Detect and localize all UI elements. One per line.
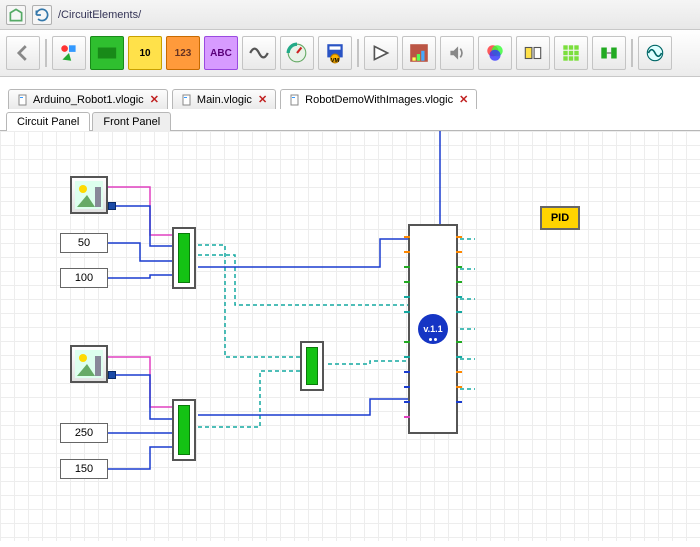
const-100[interactable]: 100 — [60, 268, 108, 288]
svg-text:VM: VM — [331, 58, 340, 64]
chart-block-icon[interactable] — [402, 36, 436, 70]
breadcrumb-bar: /CircuitElements/ — [0, 0, 700, 30]
const-value: 150 — [75, 463, 93, 475]
document-icon — [289, 94, 301, 106]
chip-badge: v.1.1 — [418, 314, 448, 344]
file-tab-main[interactable]: Main.vlogic ✕ — [172, 89, 276, 109]
const-value: 50 — [78, 237, 90, 249]
tab-front-panel[interactable]: Front Panel — [92, 112, 171, 131]
file-tab-label: Arduino_Robot1.vlogic — [33, 94, 144, 106]
const-value: 100 — [75, 272, 93, 284]
file-tab-robotdemo[interactable]: RobotDemoWithImages.vlogic ✕ — [280, 89, 477, 109]
const-value: 250 — [75, 427, 93, 439]
speaker-icon[interactable] — [440, 36, 474, 70]
amplifier-icon[interactable] — [364, 36, 398, 70]
scope-icon[interactable] — [638, 36, 672, 70]
back-button[interactable] — [6, 36, 40, 70]
toolbar-separator — [357, 39, 359, 67]
file-tab-label: Main.vlogic — [197, 94, 252, 106]
shape-group-icon[interactable] — [52, 36, 86, 70]
const-150[interactable]: 150 — [60, 459, 108, 479]
connector-icon[interactable] — [592, 36, 626, 70]
close-icon[interactable]: ✕ — [459, 93, 468, 106]
int-constant-icon[interactable]: 10 — [128, 36, 162, 70]
refresh-icon[interactable] — [32, 5, 52, 25]
home-icon[interactable] — [6, 5, 26, 25]
image-block-1[interactable] — [70, 176, 108, 214]
string-constant-icon[interactable]: ABC — [204, 36, 238, 70]
gauge-icon[interactable] — [280, 36, 314, 70]
file-tab-bar: Arduino_Robot1.vlogic ✕ Main.vlogic ✕ Ro… — [0, 77, 700, 109]
close-icon[interactable]: ✕ — [150, 93, 159, 106]
tab-circuit-panel[interactable]: Circuit Panel — [6, 112, 90, 131]
close-icon[interactable]: ✕ — [258, 93, 267, 106]
port-square[interactable] — [108, 371, 116, 379]
panel-tab-bar: Circuit Panel Front Panel — [0, 111, 700, 131]
const-250[interactable]: 250 — [60, 423, 108, 443]
const-50[interactable]: 50 — [60, 233, 108, 253]
breadcrumb-path: /CircuitElements/ — [58, 9, 141, 21]
matrix-icon[interactable] — [554, 36, 588, 70]
mux-block-2[interactable] — [172, 399, 196, 461]
image-block-2[interactable] — [70, 345, 108, 383]
toolbar-separator — [631, 39, 633, 67]
chip-label: v.1.1 — [423, 324, 442, 334]
main-toolbar: 10 123 ABC VM — [0, 30, 700, 77]
main-node[interactable]: v.1.1 — [408, 224, 458, 434]
toolbar-separator — [45, 39, 47, 67]
mux-block-1[interactable] — [172, 227, 196, 289]
document-icon — [181, 94, 193, 106]
pid-block[interactable]: PID — [540, 206, 580, 230]
document-icon — [17, 94, 29, 106]
circuit-canvas[interactable]: 50 100 250 150 — [0, 131, 700, 541]
bool-constant-icon[interactable] — [90, 36, 124, 70]
sine-wave-icon[interactable] — [242, 36, 276, 70]
file-tab-label: RobotDemoWithImages.vlogic — [305, 94, 453, 106]
port-square[interactable] — [108, 202, 116, 210]
num-constant-icon[interactable]: 123 — [166, 36, 200, 70]
mux-block-3[interactable] — [300, 341, 324, 391]
file-tab-arduino[interactable]: Arduino_Robot1.vlogic ✕ — [8, 89, 168, 109]
save-vm-icon[interactable]: VM — [318, 36, 352, 70]
color-mixer-icon[interactable] — [478, 36, 512, 70]
layout-split-icon[interactable] — [516, 36, 550, 70]
pid-label: PID — [551, 212, 569, 224]
